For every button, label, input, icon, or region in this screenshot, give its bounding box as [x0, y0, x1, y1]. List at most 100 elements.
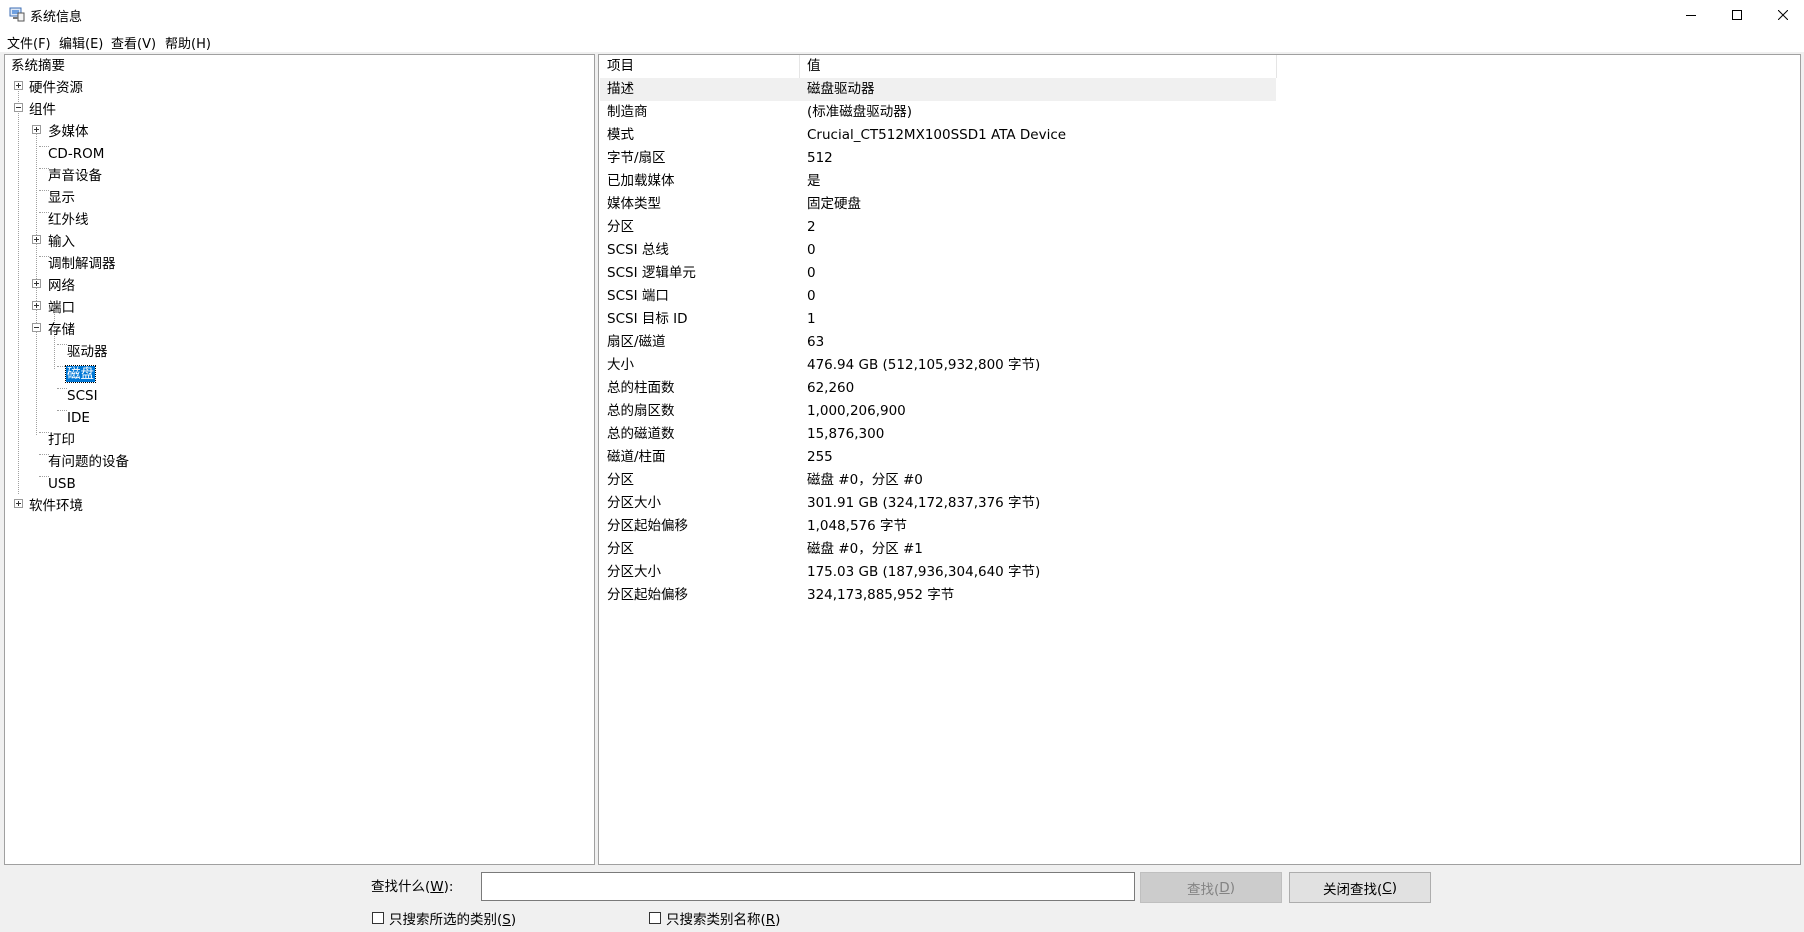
detail-row[interactable]: 媒体类型 固定硬盘	[600, 193, 1276, 216]
category-tree[interactable]: 系统摘要 硬件资源 组件 多媒体 CD-ROM 声音设备 显示 红外线 输入 调…	[4, 54, 595, 865]
tree-item-drives[interactable]: 驱动器	[67, 341, 108, 363]
detail-row[interactable]: 总的柱面数 62,260	[600, 377, 1276, 400]
search-selected-category-checkbox[interactable]: 只搜索所选的类别(S)	[372, 909, 516, 928]
tree-item-modem[interactable]: 调制解调器	[48, 253, 116, 275]
close-button[interactable]	[1760, 0, 1804, 30]
tree-item-sound-device[interactable]: 声音设备	[48, 165, 102, 187]
detail-item-label: 分区起始偏移	[607, 587, 688, 603]
detail-row[interactable]: SCSI 总线 0	[600, 239, 1276, 262]
detail-row[interactable]: SCSI 目标 ID 1	[600, 308, 1276, 331]
find-input[interactable]	[481, 872, 1135, 901]
detail-item-label: SCSI 端口	[607, 288, 669, 304]
detail-item-value: 0	[807, 242, 816, 258]
detail-row[interactable]: 描述 磁盘驱动器	[600, 78, 1276, 101]
find-button[interactable]: 查找(D)	[1140, 872, 1282, 903]
detail-row[interactable]: 已加载媒体 是	[600, 170, 1276, 193]
tree-item-software-environment[interactable]: 软件环境	[29, 495, 83, 517]
detail-item-label: 分区	[607, 472, 634, 488]
detail-item-value: 512	[807, 150, 833, 166]
detail-row[interactable]: 模式 Crucial_CT512MX100SSD1 ATA Device	[600, 124, 1276, 147]
detail-item-label: 模式	[607, 127, 634, 143]
detail-item-value: 1	[807, 311, 816, 327]
detail-row[interactable]: 大小 476.94 GB (512,105,932,800 字节)	[600, 354, 1276, 377]
search-category-names-checkbox[interactable]: 只搜索类别名称(R)	[649, 909, 780, 928]
detail-row[interactable]: 分区 磁盘 #0，分区 #1	[600, 538, 1276, 561]
checkbox-box[interactable]	[372, 912, 384, 924]
tree-item-display[interactable]: 显示	[48, 187, 75, 209]
collapse-icon[interactable]	[32, 323, 41, 332]
detail-row[interactable]: 分区 磁盘 #0，分区 #0	[600, 469, 1276, 492]
tree-item-disks[interactable]: 磁盘	[65, 363, 96, 385]
tree-item-cdrom[interactable]: CD-ROM	[48, 143, 104, 165]
system-info-icon	[9, 7, 25, 22]
tree-item-components[interactable]: 组件	[29, 99, 56, 121]
tree-item-usb[interactable]: USB	[48, 473, 76, 495]
detail-row[interactable]: SCSI 端口 0	[600, 285, 1276, 308]
detail-row[interactable]: 总的扇区数 1,000,206,900	[600, 400, 1276, 423]
detail-row[interactable]: 分区大小 175.03 GB (187,936,304,640 字节)	[600, 561, 1276, 584]
tree-connector	[18, 85, 19, 494]
detail-item-value: (标准磁盘驱动器)	[807, 104, 913, 120]
detail-item-value: 255	[807, 449, 833, 465]
detail-item-label: 分区	[607, 219, 634, 235]
detail-item-label: 总的柱面数	[607, 380, 675, 396]
tree-item-infrared[interactable]: 红外线	[48, 209, 89, 231]
column-header-value[interactable]: 值	[800, 55, 1276, 78]
menu-file[interactable]: 文件(F)	[7, 33, 51, 52]
detail-item-value: 磁盘驱动器	[807, 81, 875, 97]
menu-help[interactable]: 帮助(H)	[165, 33, 211, 52]
tree-connector	[57, 344, 67, 345]
tree-item-system-summary[interactable]: 系统摘要	[11, 55, 65, 77]
details-list[interactable]: 项目 值 描述 磁盘驱动器制造商 (标准磁盘驱动器) 模式 Crucial_CT512M…	[598, 54, 1801, 865]
title-bar: 系统信息	[0, 0, 1804, 30]
detail-item-label: 媒体类型	[607, 196, 661, 212]
tree-item-input[interactable]: 输入	[48, 231, 75, 253]
menu-bar: 文件(F) 编辑(E) 查看(V) 帮助(H)	[0, 30, 1804, 52]
detail-row[interactable]: 磁道/柱面 255	[600, 446, 1276, 469]
detail-row[interactable]: 分区起始偏移 324,173,885,952 字节	[600, 584, 1276, 607]
find-bar: 查找什么(W): 查找(D) 关闭查找(C) 只搜索所选的类别(S) 只搜索类别…	[0, 866, 1804, 932]
expand-icon[interactable]	[32, 125, 41, 134]
detail-item-label: SCSI 总线	[607, 242, 669, 258]
detail-row[interactable]: SCSI 逻辑单元 0	[600, 262, 1276, 285]
detail-row[interactable]: 分区起始偏移 1,048,576 字节	[600, 515, 1276, 538]
detail-item-value: 175.03 GB (187,936,304,640 字节)	[807, 564, 1041, 580]
tree-item-hardware-resources[interactable]: 硬件资源	[29, 77, 83, 99]
detail-row[interactable]: 制造商 (标准磁盘驱动器)	[600, 101, 1276, 124]
expand-icon[interactable]	[32, 279, 41, 288]
detail-row[interactable]: 分区大小 301.91 GB (324,172,837,376 字节)	[600, 492, 1276, 515]
menu-view[interactable]: 查看(V)	[111, 33, 156, 52]
collapse-icon[interactable]	[14, 103, 23, 112]
detail-item-value: 固定硬盘	[807, 196, 861, 212]
expand-icon[interactable]	[32, 301, 41, 310]
tree-item-network[interactable]: 网络	[48, 275, 75, 297]
expand-icon[interactable]	[32, 235, 41, 244]
detail-item-label: 已加载媒体	[607, 173, 675, 189]
detail-item-value: 0	[807, 265, 816, 281]
detail-item-label: 磁道/柱面	[607, 449, 666, 465]
column-separator[interactable]	[1276, 55, 1277, 78]
detail-item-label: 制造商	[607, 104, 648, 120]
detail-item-label: 分区大小	[607, 564, 661, 580]
detail-item-label: 字节/扇区	[607, 150, 666, 166]
detail-row[interactable]: 扇区/磁道 63	[600, 331, 1276, 354]
detail-item-value: 301.91 GB (324,172,837,376 字节)	[807, 495, 1041, 511]
column-header-item[interactable]: 项目	[600, 55, 799, 78]
tree-item-scsi[interactable]: SCSI	[67, 385, 98, 407]
detail-row[interactable]: 总的磁道数 15,876,300	[600, 423, 1276, 446]
expand-icon[interactable]	[14, 81, 23, 90]
maximize-button[interactable]	[1714, 0, 1760, 30]
checkbox-box[interactable]	[649, 912, 661, 924]
detail-row[interactable]: 字节/扇区 512	[600, 147, 1276, 170]
detail-row[interactable]: 分区 2	[600, 216, 1276, 239]
menu-edit[interactable]: 编辑(E)	[59, 33, 103, 52]
tree-item-problem-devices[interactable]: 有问题的设备	[48, 451, 129, 473]
expand-icon[interactable]	[14, 499, 23, 508]
tree-item-storage[interactable]: 存储	[48, 319, 75, 341]
tree-item-ide[interactable]: IDE	[67, 407, 90, 429]
tree-item-multimedia[interactable]: 多媒体	[48, 121, 89, 143]
minimize-button[interactable]	[1668, 0, 1714, 30]
tree-item-ports[interactable]: 端口	[48, 297, 75, 319]
tree-item-printing[interactable]: 打印	[48, 429, 75, 451]
close-find-button[interactable]: 关闭查找(C)	[1289, 872, 1431, 903]
